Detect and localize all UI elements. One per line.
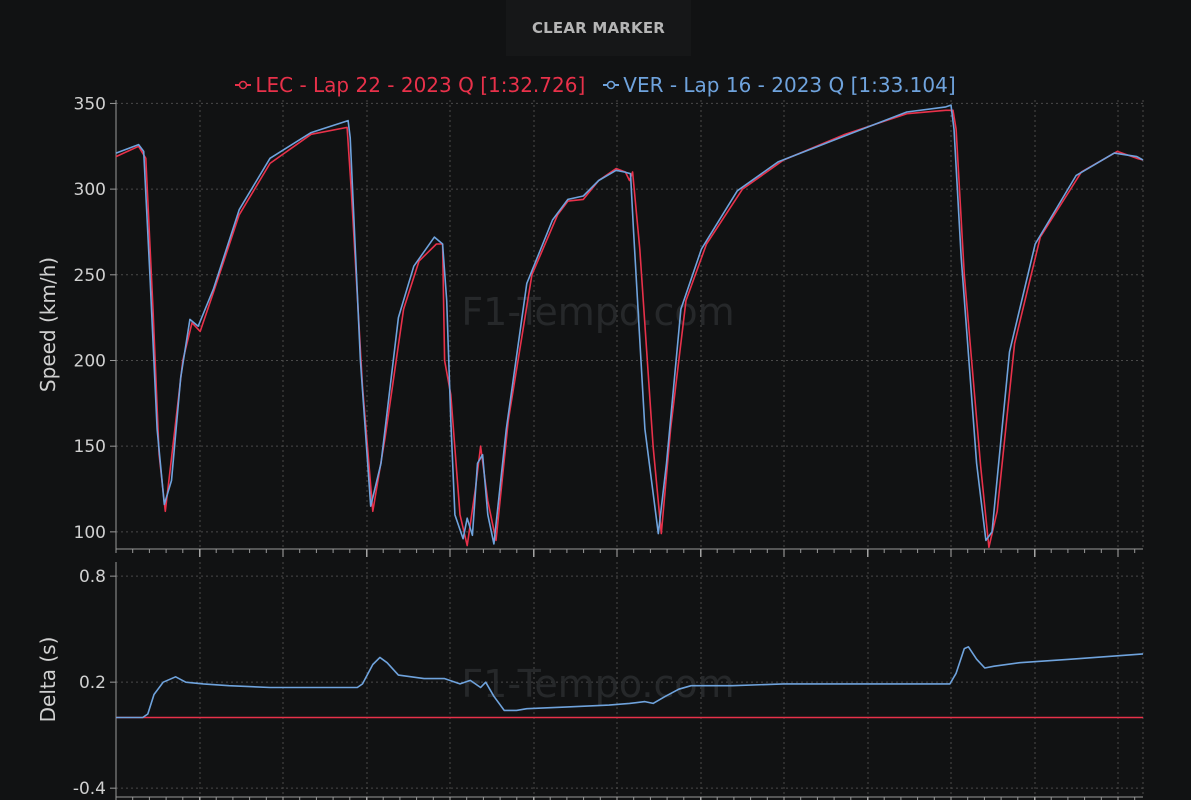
watermark-text: F1-Tempo.com — [461, 662, 734, 706]
telemetry-chart[interactable]: 100 150 200 250 300 350 Speed (km/h) F1-Tempo.c… — [0, 0, 1191, 800]
y-tick-label: 300 — [74, 180, 106, 200]
y-tick-label: 100 — [74, 523, 106, 543]
y-tick-label: 150 — [74, 437, 106, 457]
y-tick-label: -0.4 — [73, 779, 106, 799]
y-tick-label: 0.2 — [79, 673, 106, 693]
watermark-text: F1-Tempo.com — [461, 290, 734, 334]
delta-panel: -0.4 0.2 0.8 Delta (s) F1-Tempo.com — [36, 562, 1144, 800]
speed-panel: 100 150 200 250 300 350 Speed (km/h) F1-Tempo.c… — [36, 94, 1144, 557]
y-axis-label: Speed (km/h) — [36, 257, 60, 392]
y-tick-label: 0.8 — [79, 567, 106, 587]
y-axis-label: Delta (s) — [36, 637, 60, 723]
y-tick-label: 250 — [74, 266, 106, 286]
y-tick-label: 200 — [74, 351, 106, 371]
y-tick-label: 350 — [74, 94, 106, 114]
